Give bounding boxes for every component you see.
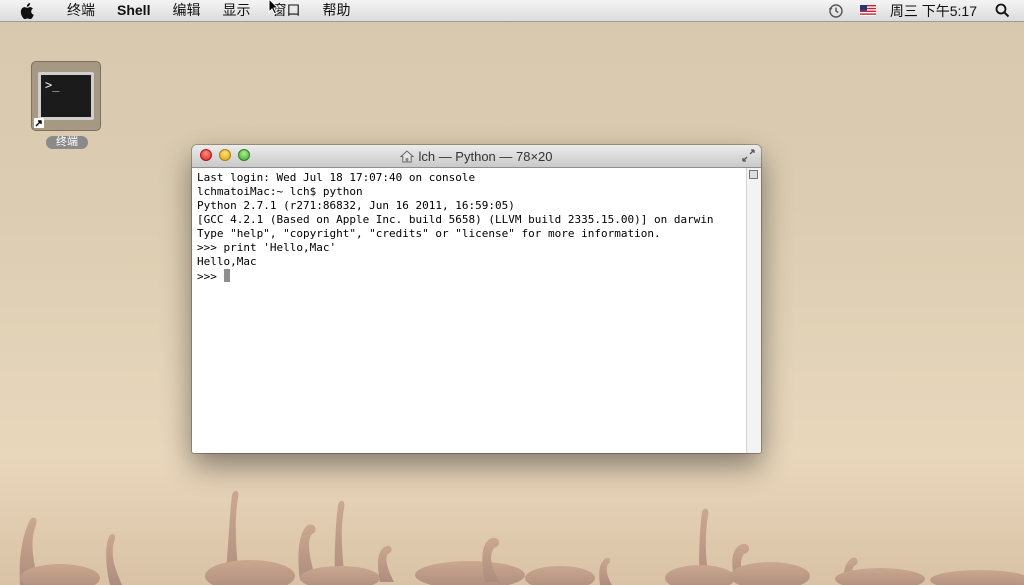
menu-clock[interactable]: 周三 下午5:17 [890, 1, 977, 21]
minimize-button[interactable] [219, 149, 231, 161]
terminal-app-icon: >_ [31, 61, 101, 131]
vertical-scrollbar[interactable] [746, 168, 761, 453]
menu-help[interactable]: 帮助 [311, 0, 361, 21]
text-cursor [223, 269, 230, 282]
terminal-line: Last login: Wed Jul 18 17:07:40 on conso… [197, 171, 476, 184]
terminal-line: [GCC 4.2.1 (Based on Apple Inc. build 56… [197, 213, 714, 226]
search-icon[interactable] [995, 3, 1010, 18]
menu-edit[interactable]: 编辑 [161, 0, 211, 21]
terminal-line: >>> print 'Hello,Mac' [197, 241, 337, 254]
menu-view[interactable]: 显示 [211, 0, 261, 21]
terminal-window: lch — Python — 78×20 Last login: Wed Jul… [192, 145, 761, 453]
home-folder-icon [400, 149, 415, 162]
python-prompt: >>> [197, 270, 224, 283]
menu-shell[interactable]: Shell [106, 0, 161, 21]
window-titlebar[interactable]: lch — Python — 78×20 [192, 145, 761, 168]
terminal-icon-screen: >_ [38, 72, 94, 120]
us-flag-icon[interactable] [859, 5, 876, 16]
terminal-line: lchmatoiMac:~ lch$ python [197, 185, 363, 198]
alias-arrow-icon [34, 118, 44, 128]
mouse-cursor-icon [268, 0, 280, 15]
menu-bar: 终端 Shell 编辑 显示 窗口 帮助 周三 下午5:17 [0, 0, 1024, 22]
window-title: lch — Python — 78×20 [418, 148, 553, 164]
zoom-button[interactable] [238, 149, 250, 161]
terminal-line: Python 2.7.1 (r271:86832, Jun 16 2011, 1… [197, 199, 515, 212]
window-controls [200, 149, 250, 161]
time-machine-icon[interactable] [828, 3, 844, 19]
terminal-line: Hello,Mac [197, 255, 257, 268]
apple-icon[interactable] [20, 2, 40, 20]
split-pane-icon[interactable] [749, 170, 758, 179]
menu-app-terminal[interactable]: 终端 [56, 0, 106, 21]
terminal-prompt-line[interactable]: >>> [197, 269, 742, 283]
desktop-terminal-alias[interactable]: >_ 终端 [31, 61, 103, 149]
desktop-icon-label: 终端 [46, 136, 88, 149]
wallpaper-flamingos [19, 490, 1024, 585]
terminal-output[interactable]: Last login: Wed Jul 18 17:07:40 on conso… [192, 168, 747, 453]
status-area: 周三 下午5:17 [820, 0, 1024, 21]
close-button[interactable] [200, 149, 212, 161]
window-title-group: lch — Python — 78×20 [400, 148, 553, 164]
terminal-line: Type "help", "copyright", "credits" or "… [197, 227, 661, 240]
fullscreen-icon[interactable] [742, 149, 755, 162]
